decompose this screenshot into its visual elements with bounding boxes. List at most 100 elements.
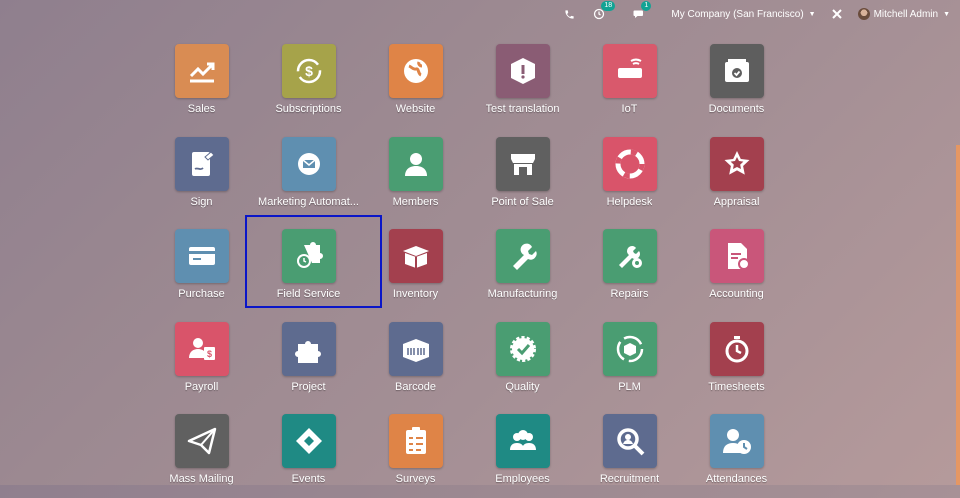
app-icon-tile[interactable]: [174, 414, 229, 468]
app-icon-tile[interactable]: [709, 414, 764, 468]
app-label: Subscriptions: [275, 103, 342, 115]
app-icon-tile[interactable]: $: [174, 321, 229, 376]
app-subscriptions[interactable]: $ Subscriptions: [255, 44, 362, 128]
avatar: [857, 8, 870, 20]
app-documents[interactable]: Documents: [683, 44, 790, 128]
close-menu-button[interactable]: [831, 9, 842, 19]
app-iot[interactable]: IoT: [576, 44, 683, 128]
credit-card-icon: [188, 247, 215, 265]
user-icon: [404, 152, 427, 176]
app-payroll[interactable]: $ Payroll: [148, 321, 255, 406]
app-label: Test translation: [485, 103, 560, 115]
app-icon-tile[interactable]: [174, 229, 229, 283]
app-label: Employees: [495, 473, 550, 485]
app-purchase[interactable]: Purchase: [148, 229, 255, 313]
app-quality[interactable]: Quality: [469, 321, 576, 406]
magnifier-icon: [616, 428, 644, 456]
app-point-of-sale[interactable]: Point of Sale: [469, 136, 576, 221]
app-icon-tile[interactable]: [174, 136, 229, 191]
app-manufacturing[interactable]: Manufacturing: [469, 229, 576, 313]
app-members[interactable]: Members: [362, 136, 469, 221]
app-icon-tile[interactable]: [388, 44, 443, 98]
app-icon-tile[interactable]: [281, 414, 336, 468]
app-icon-tile[interactable]: [602, 229, 657, 283]
app-label: Repairs: [610, 288, 649, 300]
activities-button[interactable]: 18: [593, 1, 616, 20]
company-switcher[interactable]: My Company (San Francisco) ▼: [671, 9, 815, 20]
app-icon-tile[interactable]: [709, 321, 764, 376]
app-icon-tile[interactable]: $: [281, 44, 336, 98]
activities-count-badge: 18: [601, 1, 616, 11]
app-mass-mailing[interactable]: Mass Mailing: [148, 414, 255, 498]
app-icon-tile[interactable]: [388, 321, 443, 376]
app-icon-tile[interactable]: [495, 414, 550, 468]
app-icon-tile[interactable]: [495, 321, 550, 376]
app-icon-tile[interactable]: [709, 136, 764, 191]
star-badge-icon: [724, 150, 749, 175]
app-repairs[interactable]: Repairs: [576, 229, 683, 313]
app-icon-tile[interactable]: [388, 229, 443, 283]
caret-down-icon: ▼: [943, 10, 950, 18]
app-surveys[interactable]: Surveys: [362, 414, 469, 498]
gear-mail-icon: [297, 152, 320, 175]
app-test-translation[interactable]: Test translation: [469, 44, 576, 128]
app-recruitment[interactable]: Recruitment: [576, 414, 683, 498]
app-icon-tile[interactable]: [602, 321, 657, 376]
open-box-icon: [402, 246, 429, 268]
app-icon-tile[interactable]: [709, 44, 764, 98]
app-label: Sign: [190, 195, 213, 208]
app-barcode[interactable]: Barcode: [362, 321, 469, 406]
app-icon-tile[interactable]: [495, 229, 550, 283]
app-sales[interactable]: Sales: [148, 44, 255, 128]
app-employees[interactable]: Employees: [469, 414, 576, 498]
app-icon-tile[interactable]: [495, 136, 550, 191]
app-plm[interactable]: PLM: [576, 321, 683, 406]
app-icon-tile[interactable]: [281, 321, 336, 376]
phone-button[interactable]: [564, 9, 575, 20]
close-icon: [831, 9, 842, 19]
chart-trend-icon: [189, 62, 214, 83]
app-events[interactable]: Events: [255, 414, 362, 498]
app-icon-tile[interactable]: [281, 136, 336, 191]
scrollbar[interactable]: [956, 145, 960, 485]
app-helpdesk[interactable]: Helpdesk: [576, 136, 683, 221]
app-timesheets[interactable]: Timesheets: [683, 321, 790, 406]
invoice-gear-icon: [727, 243, 750, 270]
app-label: Timesheets: [708, 380, 765, 393]
app-icon-tile[interactable]: [388, 414, 443, 468]
inbox-check-icon: [724, 59, 749, 82]
top-navbar: 18 1 My Company (San Francisco) ▼ Mitche…: [0, 0, 960, 28]
app-label: Quality: [505, 380, 540, 393]
app-icon-tile[interactable]: [495, 44, 550, 98]
app-icon-tile[interactable]: [602, 136, 657, 191]
user-name: Mitchell Admin: [873, 8, 939, 20]
app-label: Inventory: [392, 288, 439, 300]
app-accounting[interactable]: Accounting: [683, 229, 790, 313]
messages-button[interactable]: 1: [633, 1, 652, 20]
wrench-icon: [512, 243, 537, 270]
app-label: Members: [392, 195, 439, 208]
app-label: Manufacturing: [487, 288, 558, 300]
iot-device-icon: [617, 58, 642, 78]
app-icon-tile[interactable]: [174, 44, 229, 98]
svg-text:$: $: [206, 349, 211, 359]
box-icon: [510, 58, 535, 84]
app-sign[interactable]: Sign: [148, 136, 255, 221]
app-project[interactable]: Project: [255, 321, 362, 406]
app-icon-tile[interactable]: [602, 44, 657, 98]
app-website[interactable]: Website: [362, 44, 469, 128]
app-marketing-automat[interactable]: Marketing Automat...: [255, 136, 362, 221]
app-icon-tile[interactable]: [602, 414, 657, 468]
app-icon-tile[interactable]: [709, 229, 764, 283]
app-appraisal[interactable]: Appraisal: [683, 136, 790, 221]
app-attendances[interactable]: Attendances: [683, 414, 790, 498]
app-label: Appraisal: [713, 195, 760, 208]
svg-text:$: $: [305, 63, 313, 79]
app-label: Accounting: [709, 288, 764, 300]
app-icon-tile[interactable]: [388, 136, 443, 191]
app-label: Website: [395, 103, 436, 115]
user-menu[interactable]: Mitchell Admin ▼: [857, 8, 950, 20]
selection-highlight: [245, 215, 382, 308]
payroll-icon: $: [188, 337, 215, 360]
puzzle-icon: [294, 340, 321, 363]
